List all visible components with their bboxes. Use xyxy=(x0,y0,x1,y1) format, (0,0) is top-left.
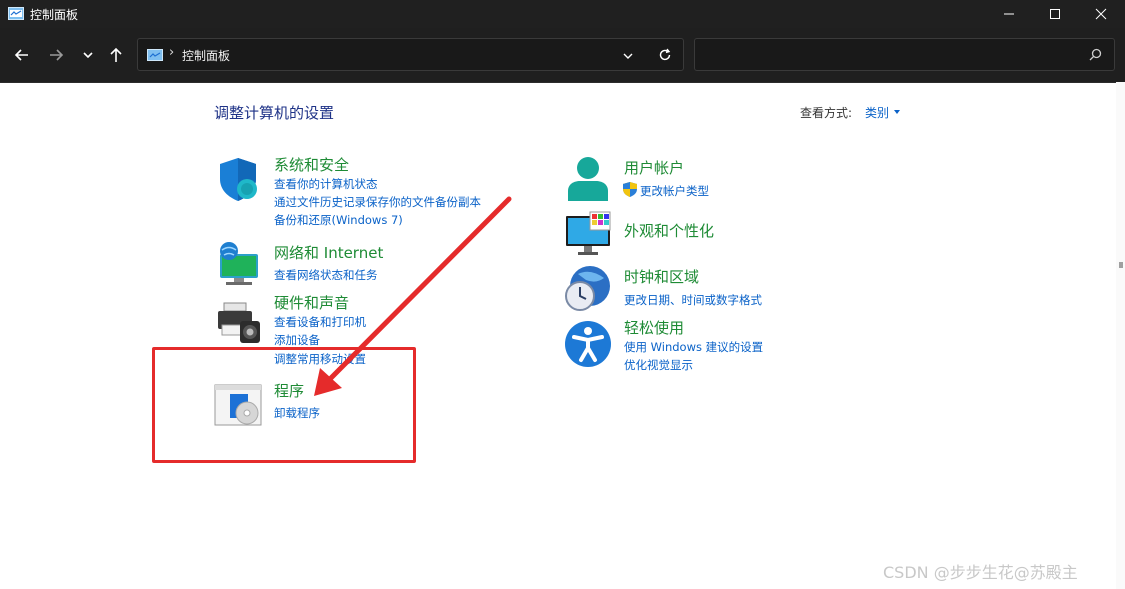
annotation-arrow-icon xyxy=(314,196,512,396)
scrollbar-track[interactable] xyxy=(1116,82,1125,589)
watermark: CSDN @步步生花@苏殿主 xyxy=(883,563,1078,582)
scrollbar-thumb[interactable] xyxy=(1119,262,1123,268)
